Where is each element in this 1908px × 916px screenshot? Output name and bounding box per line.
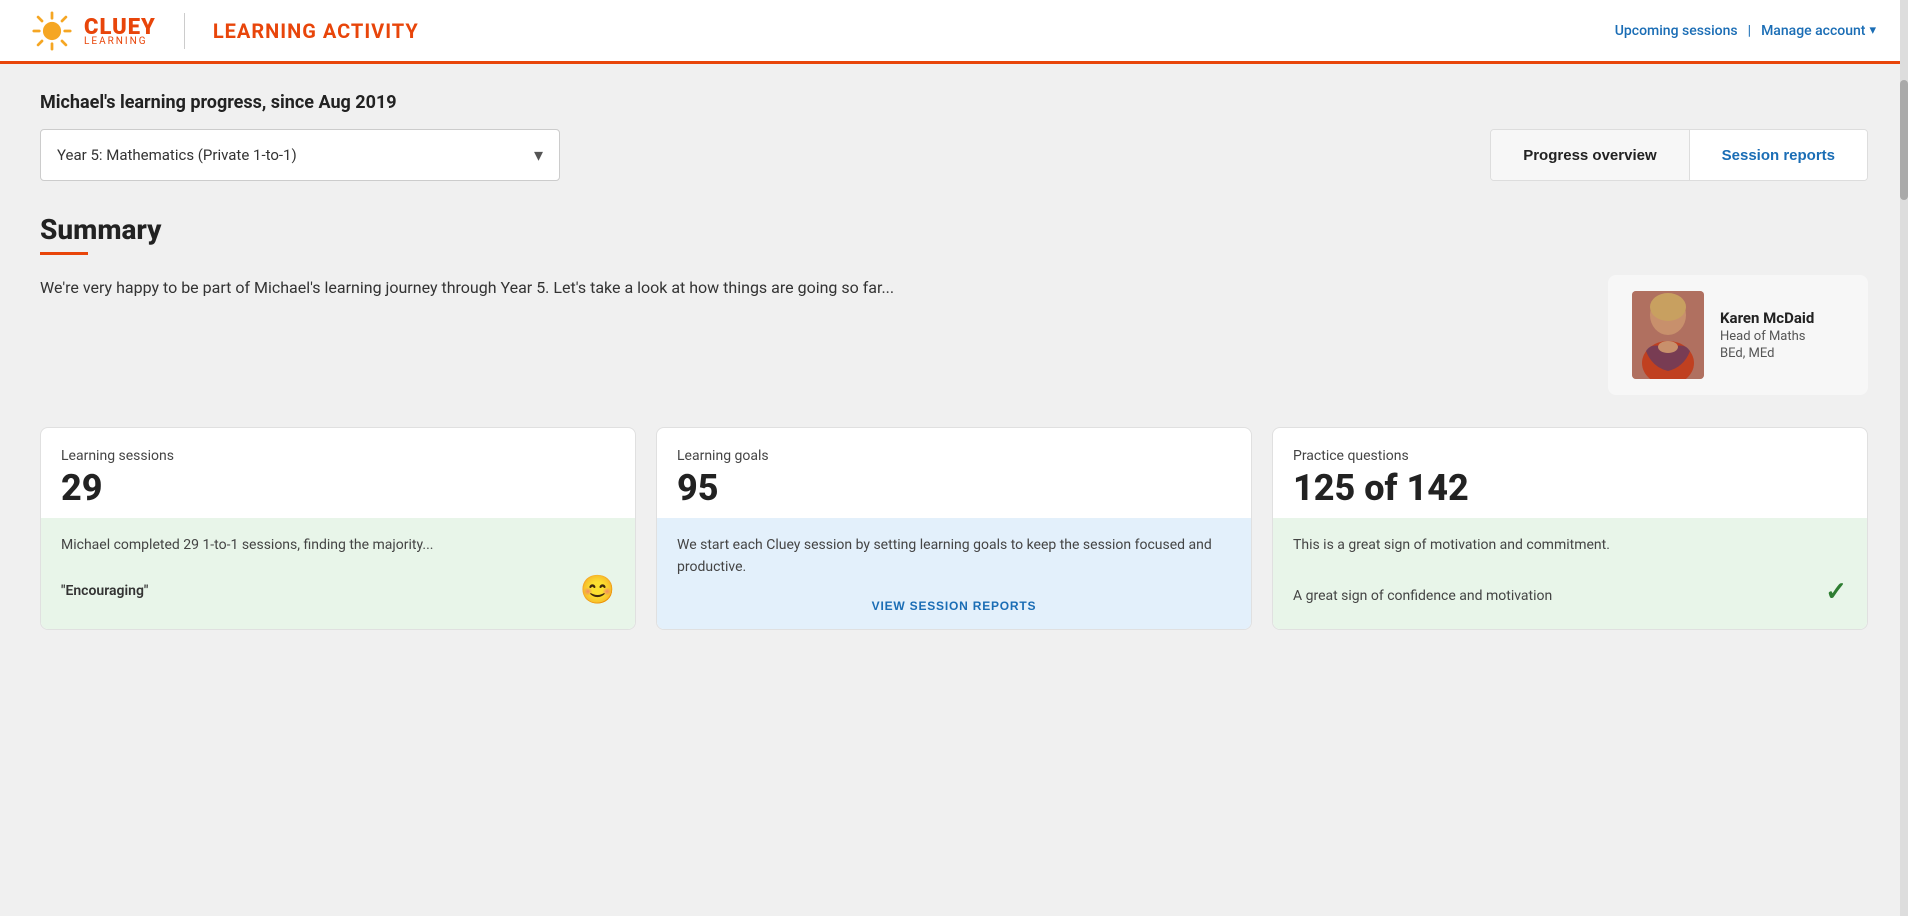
main-content: Michael's learning progress, since Aug 2…: [0, 64, 1908, 913]
learning-goals-number: 95: [677, 470, 1231, 506]
confidence-text: A great sign of confidence and motivatio…: [1293, 585, 1552, 607]
logo-learning-sub: LEARNING: [84, 36, 148, 47]
card-top-practice-questions: Practice questions 125 of 142: [1273, 428, 1867, 518]
card-footer-learning-sessions: "Encouraging" 😊: [61, 568, 615, 613]
logo-divider: [184, 13, 185, 49]
chevron-down-icon: ▾: [534, 145, 543, 166]
card-footer-practice-questions: A great sign of confidence and motivatio…: [1293, 572, 1847, 614]
tutor-name: Karen McDaid: [1720, 309, 1814, 327]
tutor-avatar: [1632, 291, 1704, 379]
subject-select-wrap: Year 5: Mathematics (Private 1-to-1) ▾: [40, 129, 560, 181]
scrollbar-thumb[interactable]: [1900, 80, 1908, 200]
learning-goals-card: Learning goals 95 We start each Cluey se…: [656, 427, 1252, 630]
learning-sessions-card: Learning sessions 29 Michael completed 2…: [40, 427, 636, 630]
subject-select-value: Year 5: Mathematics (Private 1-to-1): [57, 146, 297, 164]
scrollbar[interactable]: [1900, 0, 1908, 916]
manage-account-chevron: ▾: [1869, 23, 1876, 38]
card-bottom-learning-sessions: Michael completed 29 1-to-1 sessions, fi…: [41, 518, 635, 629]
summary-section: Summary We're very happy to be part of M…: [40, 213, 1868, 395]
tab-progress-overview[interactable]: Progress overview: [1491, 130, 1689, 180]
summary-row: We're very happy to be part of Michael's…: [40, 275, 1868, 395]
tutor-info: Karen McDaid Head of Maths BEd, MEd: [1720, 309, 1814, 361]
tab-session-reports[interactable]: Session reports: [1690, 130, 1867, 180]
manage-account-dropdown[interactable]: Manage account ▾: [1761, 23, 1876, 39]
practice-questions-card: Practice questions 125 of 142 This is a …: [1272, 427, 1868, 630]
tutor-avatar-svg: [1632, 291, 1704, 379]
practice-questions-label: Practice questions: [1293, 448, 1847, 464]
manage-account-link[interactable]: Manage account: [1761, 23, 1865, 39]
card-bottom-practice-questions: This is a great sign of motivation and c…: [1273, 518, 1867, 629]
logo-area: CLUEY LEARNING LEARNING ACTIVITY: [32, 11, 419, 51]
tabs-area: Progress overview Session reports: [1490, 129, 1868, 181]
learning-goals-label: Learning goals: [677, 448, 1231, 464]
practice-questions-number: 125 of 142: [1293, 470, 1847, 506]
header-nav: Upcoming sessions | Manage account ▾: [1615, 23, 1876, 39]
tutor-role: Head of Maths: [1720, 329, 1814, 344]
cluey-sun-icon: [32, 11, 72, 51]
app-title: LEARNING ACTIVITY: [213, 19, 419, 43]
cards-row: Learning sessions 29 Michael completed 2…: [40, 427, 1868, 630]
subject-select[interactable]: Year 5: Mathematics (Private 1-to-1) ▾: [40, 129, 560, 181]
logo-text: CLUEY LEARNING: [84, 15, 156, 47]
summary-title: Summary: [40, 213, 1868, 246]
page-heading: Michael's learning progress, since Aug 2…: [40, 92, 1868, 113]
card-top-learning-sessions: Learning sessions 29: [41, 428, 635, 518]
card-bottom-learning-goals: We start each Cluey session by setting l…: [657, 518, 1251, 629]
header: CLUEY LEARNING LEARNING ACTIVITY Upcomin…: [0, 0, 1908, 64]
tutor-credentials: BEd, MEd: [1720, 346, 1814, 361]
learning-sessions-number: 29: [61, 470, 615, 506]
learning-sessions-label: Learning sessions: [61, 448, 615, 464]
card-top-learning-goals: Learning goals 95: [657, 428, 1251, 518]
learning-sessions-badge: "Encouraging": [61, 580, 148, 602]
nav-separator: |: [1748, 23, 1751, 39]
view-session-reports-button[interactable]: VIEW SESSION REPORTS: [677, 599, 1231, 613]
check-icon: ✓: [1825, 572, 1847, 614]
encouraging-emoji-icon: 😊: [580, 568, 615, 613]
summary-underline: [40, 252, 88, 255]
summary-text: We're very happy to be part of Michael's…: [40, 275, 1568, 301]
selector-tabs-row: Year 5: Mathematics (Private 1-to-1) ▾ P…: [40, 129, 1868, 181]
practice-questions-description: This is a great sign of motivation and c…: [1293, 534, 1847, 556]
learning-sessions-description: Michael completed 29 1-to-1 sessions, fi…: [61, 534, 615, 556]
learning-goals-description: We start each Cluey session by setting l…: [677, 534, 1231, 579]
tutor-card: Karen McDaid Head of Maths BEd, MEd: [1608, 275, 1868, 395]
upcoming-sessions-link[interactable]: Upcoming sessions: [1615, 23, 1738, 39]
